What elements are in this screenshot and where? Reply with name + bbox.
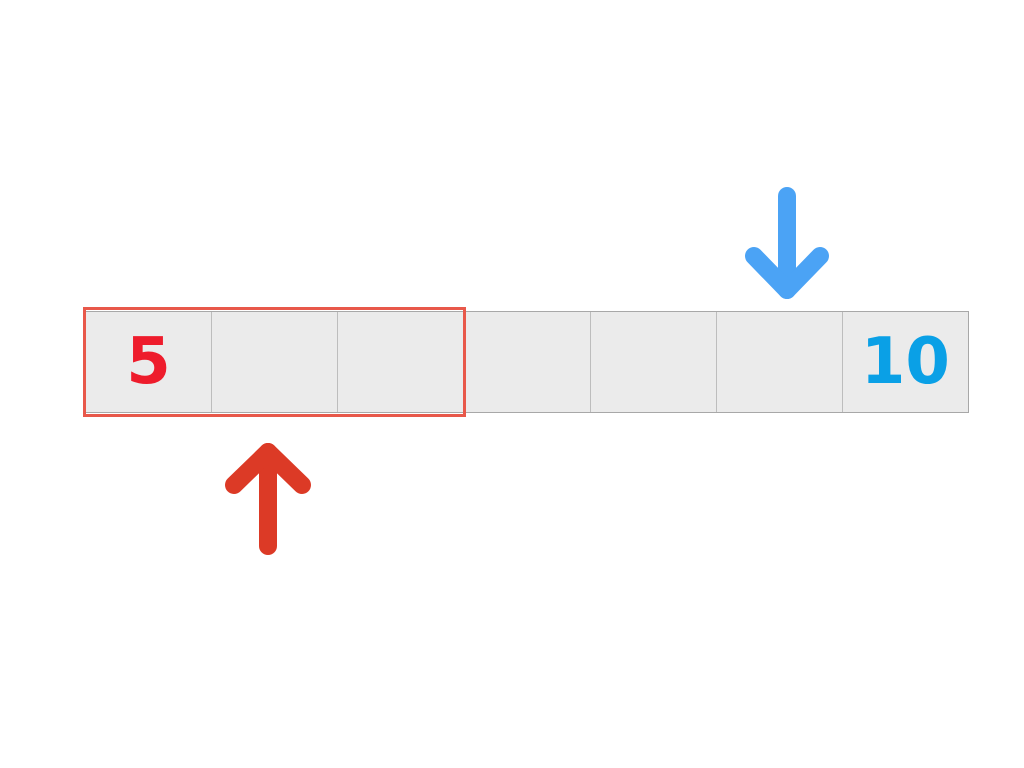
diagram-canvas: 5 10 (0, 0, 1024, 768)
cell-strip: 5 10 (85, 311, 969, 413)
cell-7: 10 (843, 312, 968, 412)
cell-1-value: 5 (126, 325, 171, 399)
down-arrow-icon (745, 187, 829, 299)
cell-4 (464, 312, 591, 412)
up-arrow-icon (225, 443, 311, 555)
cell-6 (717, 312, 843, 412)
cell-5 (591, 312, 717, 412)
cell-1: 5 (86, 312, 213, 412)
cell-7-value: 10 (860, 325, 950, 399)
cell-3 (338, 312, 465, 412)
cell-2 (212, 312, 339, 412)
